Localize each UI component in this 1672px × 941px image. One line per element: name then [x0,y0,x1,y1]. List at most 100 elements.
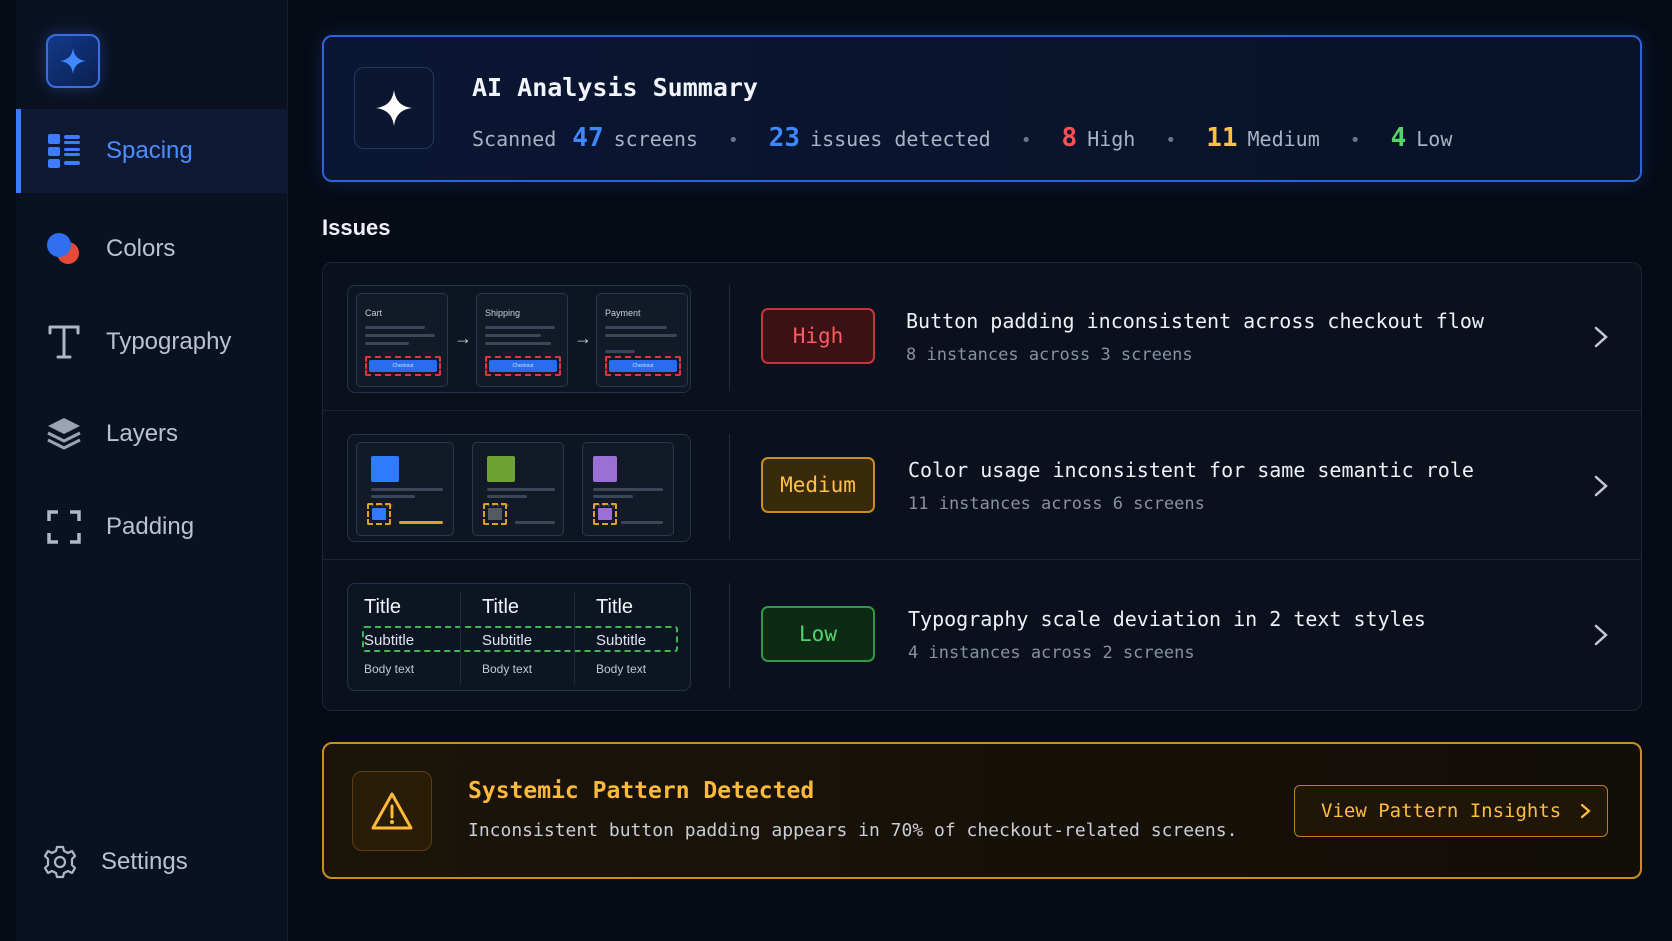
mini-screen-purple: ●●●●● [582,442,674,536]
warning-icon [371,792,413,830]
chevron-right-icon[interactable] [1589,468,1613,504]
mini-screen-blue: ●●●●● [356,442,454,536]
gear-icon [42,844,78,880]
mini-screen-payment: Payment Checkout [596,293,688,387]
issue-row-high[interactable]: Cart Checkout → Shipping Checkout → Paym… [323,263,1641,411]
chevron-right-icon[interactable] [1589,617,1613,653]
scanned-label: Scanned [472,127,557,151]
color-swatch [487,456,515,482]
thumb-body: Body text [364,662,415,676]
chevron-right-icon [1581,803,1591,819]
flow-arrow: → [454,328,472,348]
sidebar-item-colors[interactable]: Colors [16,207,288,291]
thumb-title: Title [482,596,520,618]
thumb-subtitle: Subtitle [482,632,533,649]
systemic-pattern-banner: Systemic Pattern Detected Inconsistent b… [322,742,1642,879]
issues-label: issues detected [810,127,991,151]
row-divider [729,285,730,391]
mini-screen-shipping: Shipping Checkout [476,293,568,387]
mini-screen-green: ●●●●● [472,442,564,536]
flow-arrow: → [574,328,592,348]
severity-badge-medium: Medium [761,457,875,513]
button-label: View Pattern Insights [1321,800,1562,822]
thumb-body: Body text [482,662,533,676]
issue-subtitle: 11 instances across 6 screens [908,494,1205,514]
mini-screen-cart: Cart Checkout [356,293,448,387]
colors-icon [46,231,82,267]
settings-label: Settings [101,848,188,875]
color-highlight [483,503,507,525]
thumb-title: Title [596,596,634,618]
high-count: 8 [1061,123,1078,153]
color-highlight [367,503,391,525]
sidebar-item-typography[interactable]: Typography [16,300,288,384]
sidebar-item-label: Colors [106,235,176,262]
issues-count: 23 [768,123,801,153]
issue-subtitle: 8 instances across 3 screens [906,345,1193,365]
pattern-description: Inconsistent button padding appears in 7… [468,820,1238,841]
typography-thumbnail: Title Subtitle Body text Title Subtitle … [347,583,691,691]
row-divider [729,583,730,689]
layers-icon [46,416,82,452]
sidebar-item-padding[interactable]: Padding [16,485,288,569]
thumb-subtitle: Subtitle [364,632,415,649]
sidebar-item-spacing[interactable]: Spacing [16,109,288,193]
issues-heading: Issues [322,215,391,240]
color-swatch [593,456,617,482]
spacing-grid-icon [46,133,82,169]
low-label: Low [1416,127,1453,151]
issue-subtitle: 4 instances across 2 screens [908,643,1195,663]
color-swatch [371,456,399,482]
summary-icon-box [354,67,434,149]
app-logo[interactable] [46,34,100,88]
sidebar-item-settings[interactable]: Settings [16,820,288,904]
screens-label: screens [613,127,698,151]
typography-icon [46,324,82,360]
issue-row-low[interactable]: Title Subtitle Body text Title Subtitle … [323,561,1641,709]
medium-label: Medium [1247,127,1320,151]
analysis-summary-card: AI Analysis Summary Scanned 47 screens •… [322,35,1642,182]
color-usage-thumbnail: ●●●●● ●●●●● ●●●●● [347,434,691,542]
padding-icon [46,509,82,545]
thumb-subtitle: Subtitle [596,632,647,649]
sidebar-item-label: Padding [106,513,195,540]
sidebar-item-label: Spacing [106,137,193,164]
sparkle-icon [60,48,86,74]
summary-title: AI Analysis Summary [472,73,758,102]
sidebar-item-label: Typography [106,328,232,355]
sidebar-item-label: Layers [106,420,179,447]
severity-badge-low: Low [761,606,875,662]
thumb-body: Body text [596,662,647,676]
summary-stats: Scanned 47 screens • 23 issues detected … [472,123,1452,153]
low-count: 4 [1390,123,1407,153]
issue-title: Color usage inconsistent for same semant… [908,458,1474,482]
button-padding-highlight: Checkout [485,356,561,376]
severity-badge-high: High [761,308,875,364]
sparkle-icon [376,90,412,126]
sidebar-item-layers[interactable]: Layers [16,392,288,476]
high-label: High [1087,127,1136,151]
issue-title: Typography scale deviation in 2 text sty… [908,607,1426,631]
issue-row-medium[interactable]: ●●●●● ●●●●● ●●●●● Medium Color usage inc… [323,412,1641,560]
warning-icon-box [352,771,432,851]
screens-count: 47 [572,123,604,153]
issue-title: Button padding inconsistent across check… [906,309,1484,333]
sidebar: Spacing Colors Typography Layers Padding… [16,0,288,941]
issues-list: Cart Checkout → Shipping Checkout → Paym… [322,262,1642,711]
view-pattern-insights-button[interactable]: View Pattern Insights [1294,785,1608,837]
separator-dot: • [727,130,739,151]
separator-dot: • [1349,130,1361,151]
row-divider [729,434,730,540]
color-highlight [593,503,617,525]
mini-screen-label: Shipping [485,308,521,318]
mini-screen-label: Cart [365,308,383,318]
thumb-title: Title [364,596,402,618]
button-padding-highlight: Checkout [365,356,441,376]
button-padding-highlight: Checkout [605,356,681,376]
separator-dot: • [1020,130,1032,151]
medium-count: 11 [1206,123,1238,153]
separator-dot: • [1165,130,1177,151]
pattern-title: Systemic Pattern Detected [468,778,815,804]
chevron-right-icon[interactable] [1589,319,1613,355]
mini-screen-label: Payment [605,308,641,318]
